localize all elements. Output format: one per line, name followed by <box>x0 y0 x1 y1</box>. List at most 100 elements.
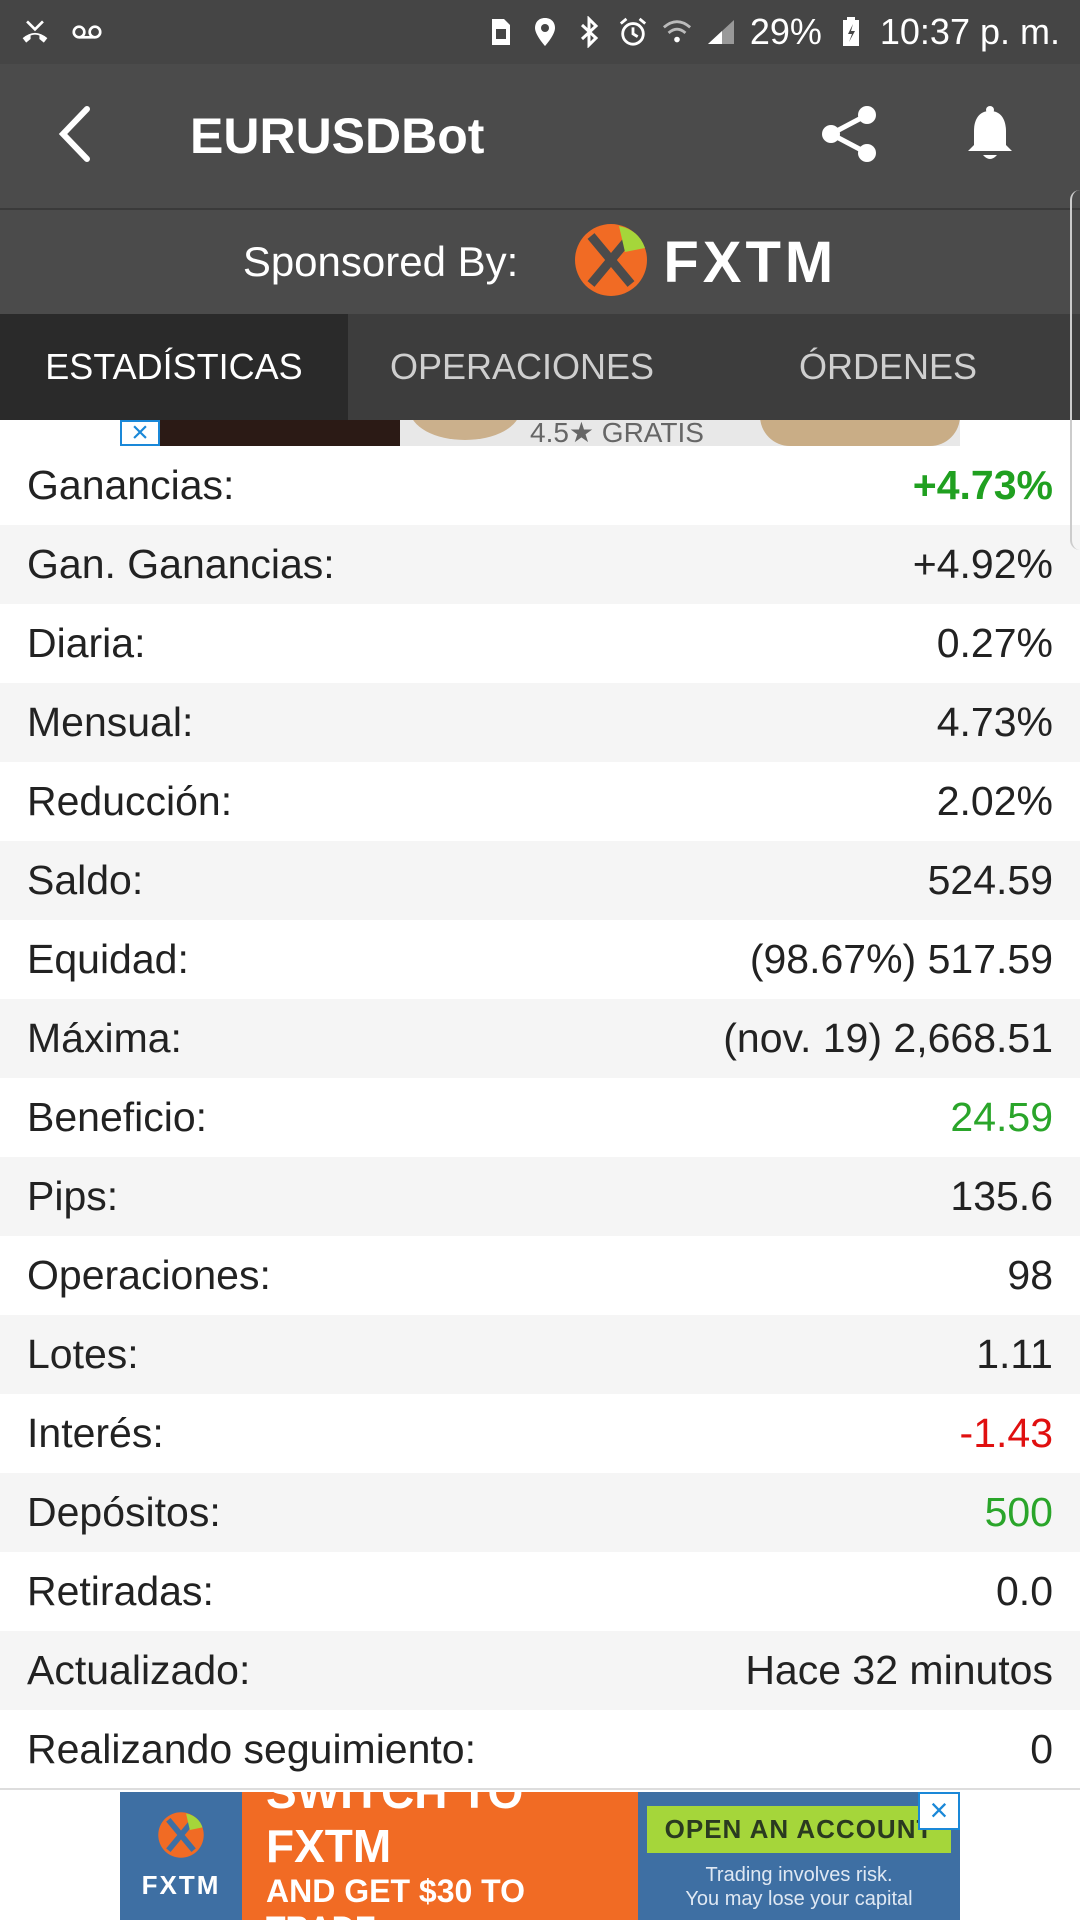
sponsor-label: Sponsored By: <box>242 238 519 285</box>
banner-headline: SWITCH TO FXTM <box>266 1792 524 1872</box>
stat-row-retiradas: Retiradas: 0.0 <box>0 1552 1080 1631</box>
bell-icon <box>966 105 1014 168</box>
stat-label: Reducción: <box>27 778 233 824</box>
stat-row-maxima: Máxima: (nov. 19) 2,668.51 <box>0 999 1080 1078</box>
stat-row-diaria: Diaria: 0.27% <box>0 604 1080 683</box>
ad-close-icon[interactable]: × <box>120 420 160 446</box>
stat-label: Beneficio: <box>27 1094 208 1140</box>
stat-label: Actualizado: <box>27 1647 251 1693</box>
stat-row-lotes: Lotes: 1.11 <box>0 1315 1080 1394</box>
bottom-ad-banner[interactable]: FXTM SWITCH TO FXTM AND GET $30 TO TRADE… <box>120 1792 960 1920</box>
ad-image-cookie <box>410 420 520 440</box>
stat-label: Retiradas: <box>27 1568 214 1614</box>
stat-value: 500 <box>984 1489 1053 1535</box>
status-bar: 29% 10:37 p. m. <box>0 0 1080 64</box>
wifi-icon <box>662 17 692 47</box>
stat-value: 1.11 <box>976 1331 1053 1377</box>
banner-logo-text: FXTM <box>141 1870 221 1900</box>
open-account-button[interactable]: OPEN AN ACCOUNT <box>646 1806 952 1853</box>
tab-estadisticas[interactable]: ESTADÍSTICAS <box>0 314 348 420</box>
back-button[interactable] <box>0 63 150 209</box>
stat-label: Mensual: <box>27 699 194 745</box>
stat-label: Lotes: <box>27 1331 139 1377</box>
stat-value: 0 <box>1030 1726 1053 1772</box>
clock: 10:37 p. m. <box>879 11 1060 52</box>
stat-row-seguimiento: Realizando seguimiento: 0 <box>0 1710 1080 1782</box>
ad-image <box>160 420 400 446</box>
stat-value: 98 <box>1007 1252 1053 1298</box>
stat-row-saldo: Saldo: 524.59 <box>0 841 1080 920</box>
tab-bar: ESTADÍSTICAS OPERACIONES ÓRDENES <box>0 314 1080 420</box>
signal-icon <box>706 17 736 47</box>
tab-operaciones[interactable]: OPERACIONES <box>348 314 696 420</box>
stat-value: Hace 32 minutos <box>745 1647 1053 1693</box>
risk-line-2: You may lose your capital <box>685 1888 913 1910</box>
stat-label: Saldo: <box>27 857 144 903</box>
stat-row-equidad: Equidad: (98.67%) 517.59 <box>0 920 1080 999</box>
banner-logo: FXTM <box>120 1792 242 1920</box>
stat-row-pips: Pips: 135.6 <box>0 1157 1080 1236</box>
stat-label: Diaria: <box>27 620 146 666</box>
missed-call-icon <box>20 17 50 47</box>
stat-value: 4.73% <box>936 699 1053 745</box>
battery-percent: 29% <box>749 11 822 52</box>
page-title: EURUSDBot <box>190 108 485 164</box>
stat-row-gan-ganancias: Gan. Ganancias: +4.92% <box>0 525 1080 604</box>
tab-ordenes[interactable]: ÓRDENES <box>696 314 1080 420</box>
stat-row-operaciones: Operaciones: 98 <box>0 1236 1080 1315</box>
close-icon[interactable]: × <box>918 1792 960 1830</box>
stat-row-ganancias: Ganancias: +4.73% <box>0 446 1080 525</box>
stats-list: Ganancias: +4.73% Gan. Ganancias: +4.92% D… <box>0 446 1080 1782</box>
stat-label: Ganancias: <box>27 462 235 508</box>
stat-label: Interés: <box>27 1410 164 1456</box>
ad-text: 4.5★ GRATIS <box>530 420 704 446</box>
stat-row-reduccion: Reducción: 2.02% <box>0 762 1080 841</box>
stat-value: 24.59 <box>950 1094 1053 1140</box>
bluetooth-icon <box>574 16 604 48</box>
banner-cta-area: OPEN AN ACCOUNT Trading involves risk. Y… <box>638 1792 960 1920</box>
share-icon <box>819 103 881 170</box>
stat-value: 135.6 <box>950 1173 1053 1219</box>
stat-row-beneficio: Beneficio: 24.59 <box>0 1078 1080 1157</box>
fxtm-logo-icon <box>573 222 649 303</box>
stat-value: +4.92% <box>912 541 1053 587</box>
stat-row-mensual: Mensual: 4.73% <box>0 683 1080 762</box>
app-bar: EURUSDBot <box>0 64 1080 210</box>
voicemail-icon <box>72 17 102 47</box>
stat-label: Máxima: <box>27 1015 182 1061</box>
stat-label: Realizando seguimiento: <box>27 1726 476 1772</box>
stat-label: Gan. Ganancias: <box>27 541 335 587</box>
notifications-button[interactable] <box>950 96 1030 176</box>
sponsor-bar: Sponsored By: FXTM <box>0 210 1080 314</box>
share-button[interactable] <box>810 96 890 176</box>
risk-disclaimer: Trading involves risk. You may lose your… <box>685 1863 912 1911</box>
battery-icon <box>836 17 866 47</box>
stat-value: -1.43 <box>959 1410 1053 1456</box>
banner-offer: SWITCH TO FXTM AND GET $30 TO TRADE <box>242 1792 638 1920</box>
ad-image-food <box>760 420 960 446</box>
fxtm-logo-icon <box>157 1811 205 1864</box>
stat-label: Pips: <box>27 1173 119 1219</box>
stat-row-interes: Interés: -1.43 <box>0 1394 1080 1473</box>
scroll-indicator[interactable] <box>1070 190 1080 550</box>
sim-icon <box>486 17 516 47</box>
fxtm-brand-text: FXTM <box>663 229 838 295</box>
stat-value: 0.27% <box>936 620 1053 666</box>
risk-line-1: Trading involves risk. <box>705 1864 893 1886</box>
stat-value: 2.02% <box>936 778 1053 824</box>
fxtm-logo[interactable]: FXTM <box>573 222 837 303</box>
stat-row-actualizado: Actualizado: Hace 32 minutos <box>0 1631 1080 1710</box>
stat-value: (98.67%) 517.59 <box>749 936 1053 982</box>
alarm-icon <box>618 17 648 47</box>
stat-row-depositos: Depósitos: 500 <box>0 1473 1080 1552</box>
top-ad-banner[interactable]: × 4.5★ GRATIS <box>120 420 960 446</box>
stat-label: Equidad: <box>27 936 189 982</box>
location-icon <box>530 17 560 47</box>
banner-subline: AND GET $30 TO TRADE <box>266 1873 526 1920</box>
stat-value: 0.0 <box>996 1568 1053 1614</box>
stat-value: +4.73% <box>912 462 1053 508</box>
stat-value: (nov. 19) 2,668.51 <box>723 1015 1053 1061</box>
back-arrow-icon <box>57 105 93 168</box>
bottom-ad-container: FXTM SWITCH TO FXTM AND GET $30 TO TRADE… <box>0 1788 1080 1920</box>
stat-value: 524.59 <box>927 857 1053 903</box>
